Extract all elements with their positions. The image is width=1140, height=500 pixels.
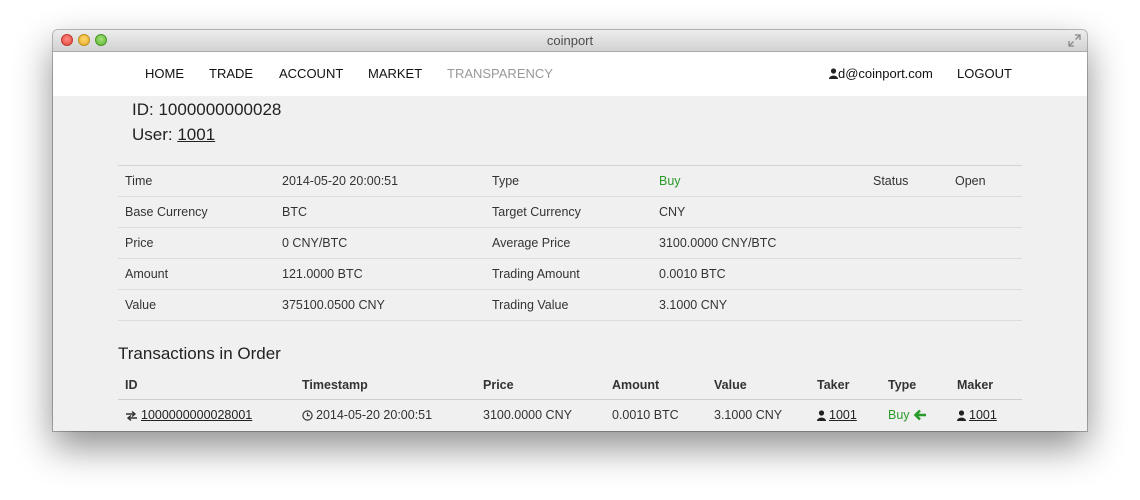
logout-link[interactable]: LOGOUT xyxy=(957,66,1012,81)
time-value: 2014-05-20 20:00:51 xyxy=(275,165,485,197)
nav-market[interactable]: MARKET xyxy=(368,66,422,81)
empty-cell xyxy=(866,289,948,321)
tx-amount: 0.0010 BTC xyxy=(612,408,679,422)
empty-cell xyxy=(866,227,948,259)
tx-taker-link[interactable]: 1001 xyxy=(829,408,857,422)
detail-row: Time 2014-05-20 20:00:51 Type Buy Status… xyxy=(118,165,1022,197)
type-label: Type xyxy=(485,165,652,197)
nav-transparency[interactable]: TRANSPARENCY xyxy=(447,66,553,81)
trading-value-value: 3.1000 CNY xyxy=(652,289,866,321)
top-navbar: HOME TRADE ACCOUNT MARKET TRANSPARENCY d… xyxy=(53,52,1087,96)
browser-window: coinport HOME TRADE ACCOUNT MARKET TRANS… xyxy=(53,30,1087,431)
col-header-amount: Amount xyxy=(605,371,707,400)
empty-cell xyxy=(948,258,1022,290)
tx-id-cell: 1000000000028001 xyxy=(118,400,295,431)
empty-cell xyxy=(948,289,1022,321)
amount-label: Amount xyxy=(118,258,275,290)
detail-row: Price 0 CNY/BTC Average Price 3100.0000 … xyxy=(118,227,1022,259)
col-header-taker: Taker xyxy=(810,371,881,400)
value-value: 375100.0500 CNY xyxy=(275,289,485,321)
clock-icon xyxy=(302,410,313,421)
empty-cell xyxy=(948,196,1022,228)
detail-row: Value 375100.0500 CNY Trading Value 3.10… xyxy=(118,289,1022,321)
empty-cell xyxy=(866,196,948,228)
col-header-value: Value xyxy=(707,371,810,400)
tx-value: 3.1000 CNY xyxy=(714,408,783,422)
tx-timestamp-cell: 2014-05-20 20:00:51 xyxy=(295,400,476,431)
price-value: 0 CNY/BTC xyxy=(275,227,485,259)
status-label: Status xyxy=(866,165,948,197)
value-label: Value xyxy=(118,289,275,321)
tx-taker-cell: 1001 xyxy=(810,400,881,431)
col-header-id: ID xyxy=(118,371,295,400)
order-details-table: Time 2014-05-20 20:00:51 Type Buy Status… xyxy=(118,165,1022,321)
order-id-label: ID: xyxy=(132,100,159,119)
trading-amount-label: Trading Amount xyxy=(485,258,652,290)
target-currency-value: CNY xyxy=(652,196,866,228)
tx-maker-link[interactable]: 1001 xyxy=(969,408,997,422)
tx-timestamp: 2014-05-20 20:00:51 xyxy=(316,408,433,422)
order-user-heading: User: 1001 xyxy=(132,125,215,145)
price-label: Price xyxy=(118,227,275,259)
detail-row: Base Currency BTC Target Currency CNY xyxy=(118,196,1022,228)
exchange-icon xyxy=(126,411,137,421)
user-email: d@coinport.com xyxy=(838,66,933,81)
user-icon xyxy=(957,410,966,421)
tx-type: Buy xyxy=(888,408,910,422)
order-id-value: 1000000000028 xyxy=(158,100,282,119)
col-header-maker: Maker xyxy=(950,371,1022,400)
user-icon xyxy=(829,68,838,79)
transactions-table: ID Timestamp Price Amount Value Taker Ty… xyxy=(118,371,1022,430)
col-header-type: Type xyxy=(881,371,950,400)
type-value: Buy xyxy=(652,165,866,197)
trading-value-label: Trading Value xyxy=(485,289,652,321)
order-id-heading: ID: 1000000000028 xyxy=(132,100,281,120)
transactions-header-row: ID Timestamp Price Amount Value Taker Ty… xyxy=(118,371,1022,400)
tx-type-cell: Buy xyxy=(881,400,950,431)
table-row: 1000000000028001 2014-05-20 20:00:51 310… xyxy=(118,400,1022,431)
empty-cell xyxy=(866,258,948,290)
base-currency-value: BTC xyxy=(275,196,485,228)
tx-id-link[interactable]: 1000000000028001 xyxy=(141,408,252,422)
nav-trade[interactable]: TRADE xyxy=(209,66,253,81)
arrow-left-icon xyxy=(913,409,927,421)
col-header-timestamp: Timestamp xyxy=(295,371,476,400)
fullscreen-icon[interactable] xyxy=(1068,34,1081,47)
target-currency-label: Target Currency xyxy=(485,196,652,228)
amount-value: 121.0000 BTC xyxy=(275,258,485,290)
tx-maker-cell: 1001 xyxy=(950,400,1022,431)
trading-amount-value: 0.0010 BTC xyxy=(652,258,866,290)
tx-price: 3100.0000 CNY xyxy=(483,408,572,422)
col-header-price: Price xyxy=(476,371,605,400)
average-price-value: 3100.0000 CNY/BTC xyxy=(652,227,866,259)
transactions-section-title: Transactions in Order xyxy=(118,344,281,363)
order-user-link[interactable]: 1001 xyxy=(177,125,215,144)
order-user-label: User: xyxy=(132,125,178,144)
user-account-link[interactable]: d@coinport.com xyxy=(829,66,933,81)
detail-row: Amount 121.0000 BTC Trading Amount 0.001… xyxy=(118,258,1022,290)
empty-cell xyxy=(948,227,1022,259)
user-icon xyxy=(817,410,826,421)
nav-account[interactable]: ACCOUNT xyxy=(279,66,343,81)
status-value: Open xyxy=(948,165,1022,197)
title-bar: coinport xyxy=(53,30,1087,52)
average-price-label: Average Price xyxy=(485,227,652,259)
window-title: coinport xyxy=(546,33,594,48)
time-label: Time xyxy=(118,165,275,197)
base-currency-label: Base Currency xyxy=(118,196,275,228)
nav-home[interactable]: HOME xyxy=(145,66,184,81)
